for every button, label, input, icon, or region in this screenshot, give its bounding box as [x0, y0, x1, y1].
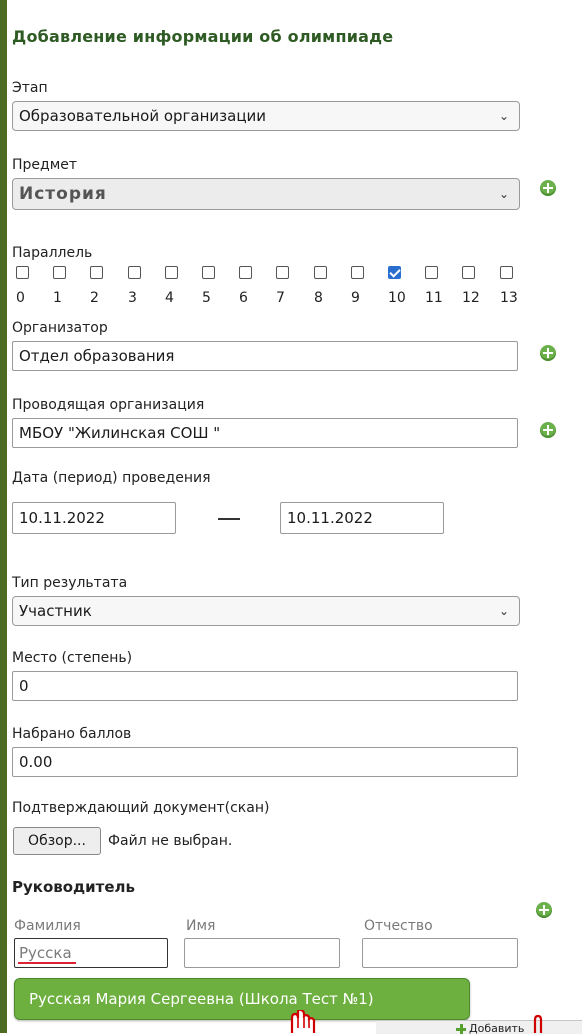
subject-select[interactable]: История ⌄ [12, 178, 520, 210]
grade-checkbox-6[interactable] [239, 266, 252, 279]
surname-value: Русска [19, 944, 72, 962]
add-button-label: Добавить [469, 1022, 525, 1035]
grade-checkbox-5[interactable] [202, 266, 215, 279]
chevron-down-icon: ⌄ [498, 109, 509, 123]
grade-number: 6 [239, 290, 248, 306]
score-input[interactable]: 0.00 [12, 747, 518, 777]
hand-pointer-icon [290, 1010, 316, 1033]
grades-label: Параллель [12, 245, 93, 261]
host-org-input[interactable]: МБОУ "Жилинская СОШ " [12, 418, 518, 448]
stage-value: Образовательной организации [19, 107, 267, 125]
add-subject-icon[interactable] [540, 180, 556, 196]
grade-number: 8 [314, 290, 323, 306]
plus-icon [456, 1023, 466, 1034]
add-button[interactable]: Добавить [456, 1022, 524, 1035]
grade-number: 12 [462, 290, 480, 306]
host-org-value: МБОУ "Жилинская СОШ " [19, 424, 221, 442]
grade-checkbox-12[interactable] [462, 266, 475, 279]
name-input[interactable] [184, 938, 340, 968]
host-org-label: Проводящая организация [12, 397, 205, 413]
stage-label: Этап [12, 80, 48, 96]
score-value: 0.00 [19, 753, 53, 771]
chevron-down-icon: ⌄ [498, 187, 509, 201]
patronymic-input[interactable] [362, 938, 518, 968]
result-type-label: Тип результата [12, 575, 128, 591]
grade-checkbox-2[interactable] [90, 266, 103, 279]
grade-checkbox-0[interactable] [16, 266, 29, 279]
grade-checkbox-7[interactable] [276, 266, 289, 279]
add-organizer-icon[interactable] [540, 345, 556, 361]
text-cursor-icon [533, 1014, 543, 1033]
organizer-input[interactable]: Отдел образования [12, 341, 518, 371]
result-type-select[interactable]: Участник ⌄ [12, 596, 520, 626]
spellcheck-underline [18, 962, 76, 964]
document-label: Подтверждающий документ(скан) [12, 800, 270, 816]
grade-number: 11 [425, 290, 443, 306]
date-range-dash [218, 518, 240, 520]
left-accent-bar [0, 0, 7, 1033]
add-leader-icon[interactable] [536, 902, 552, 918]
result-type-value: Участник [19, 602, 92, 620]
grade-checkbox-3[interactable] [128, 266, 141, 279]
patronymic-label: Отчество [364, 918, 433, 934]
grade-checkbox-1[interactable] [53, 266, 66, 279]
grade-number: 9 [351, 290, 360, 306]
date-label: Дата (период) проведения [12, 470, 211, 486]
place-value: 0 [19, 677, 29, 695]
grade-checkbox-13[interactable] [500, 266, 513, 279]
organizer-value: Отдел образования [19, 347, 175, 365]
date-from-value: 10.11.2022 [19, 509, 105, 527]
grade-number: 0 [16, 290, 25, 306]
subject-value: История [19, 184, 107, 204]
form-title: Добавление информации об олимпиаде [12, 27, 394, 46]
chevron-down-icon: ⌄ [498, 604, 509, 618]
grade-number: 5 [202, 290, 211, 306]
grade-number: 3 [128, 290, 137, 306]
date-to-value: 10.11.2022 [287, 509, 373, 527]
date-to-input[interactable]: 10.11.2022 [280, 502, 444, 534]
grade-checkbox-9[interactable] [351, 266, 364, 279]
browse-button[interactable]: Обзор... [13, 827, 101, 855]
organizer-label: Организатор [12, 320, 108, 336]
file-status: Файл не выбран. [108, 833, 233, 849]
autocomplete-suggestion[interactable]: Русская Мария Сергеевна (Школа Тест №1) [14, 978, 470, 1020]
grade-checkbox-8[interactable] [314, 266, 327, 279]
surname-label: Фамилия [14, 918, 81, 934]
grade-number: 10 [388, 290, 406, 306]
score-label: Набрано баллов [12, 726, 132, 742]
grade-number: 2 [90, 290, 99, 306]
place-label: Место (степень) [12, 650, 133, 666]
grade-number: 1 [53, 290, 62, 306]
grade-number: 13 [500, 290, 518, 306]
grade-number: 7 [276, 290, 285, 306]
subject-label: Предмет [12, 157, 78, 173]
stage-select[interactable]: Образовательной организации ⌄ [12, 101, 520, 131]
date-from-input[interactable]: 10.11.2022 [12, 502, 176, 534]
place-input[interactable]: 0 [12, 671, 518, 701]
grade-checkbox-4[interactable] [165, 266, 178, 279]
name-label: Имя [186, 918, 216, 934]
leader-section-title: Руководитель [12, 878, 136, 896]
add-host-org-icon[interactable] [540, 422, 556, 438]
grade-number: 4 [165, 290, 174, 306]
grade-checkbox-10[interactable] [388, 266, 401, 279]
grade-checkbox-11[interactable] [425, 266, 438, 279]
